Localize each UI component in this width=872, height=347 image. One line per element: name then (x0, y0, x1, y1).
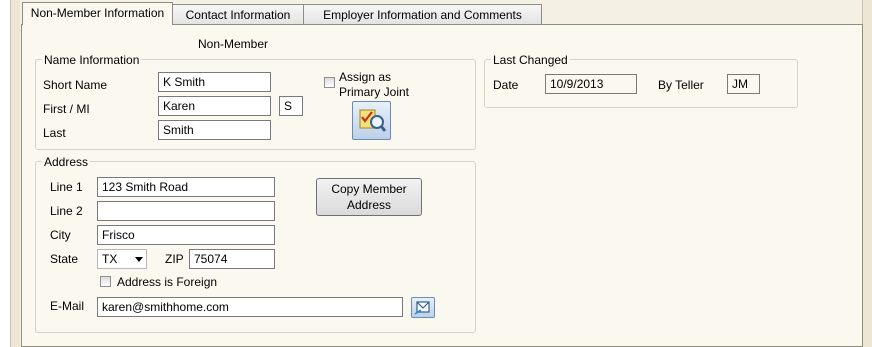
date-label: Date (493, 78, 519, 92)
zip-field[interactable]: 75074 (189, 249, 275, 269)
state-label: State (50, 252, 79, 266)
checklist-magnifier-icon (359, 109, 387, 132)
state-value: TX (102, 252, 118, 266)
line2-label: Line 2 (50, 204, 83, 218)
address-line2-field[interactable] (97, 201, 275, 221)
last-changed-date-field: 10/9/2013 (545, 74, 637, 94)
line1-label: Line 1 (50, 180, 83, 194)
assign-label-line2: Primary Joint (339, 85, 410, 99)
email-send-icon (414, 301, 430, 315)
address-line1-field[interactable]: 123 Smith Road (97, 177, 275, 197)
assign-primary-joint-checkbox[interactable] (324, 77, 335, 88)
address-legend: Address (42, 155, 91, 169)
copy-button-label-line1: Copy Member (331, 182, 407, 196)
copy-member-address-button[interactable]: Copy Member Address (316, 178, 422, 216)
city-field[interactable]: Frisco (97, 225, 275, 245)
left-border (0, 0, 11, 347)
copy-button-label-line2: Address (346, 198, 391, 212)
tab-non-member-information[interactable]: Non-Member Information (22, 2, 173, 25)
chevron-down-icon (135, 257, 143, 262)
address-foreign-checkbox[interactable] (100, 276, 111, 287)
city-label: City (50, 228, 71, 242)
first-name-field[interactable]: Karen (158, 96, 271, 116)
email-send-button[interactable] (411, 297, 435, 318)
section-title: Non-Member (198, 37, 269, 51)
tab-contact-information[interactable]: Contact Information (172, 4, 304, 25)
last-changed-legend: Last Changed (491, 53, 570, 67)
address-foreign-label: Address is Foreign (117, 275, 218, 289)
email-label: E-Mail (50, 299, 85, 313)
last-name-field[interactable]: Smith (158, 120, 271, 140)
short-name-label: Short Name (43, 78, 108, 92)
name-information-legend: Name Information (42, 53, 142, 67)
right-scroll-area (862, 0, 872, 347)
teller-field: JM (727, 74, 760, 94)
by-teller-label: By Teller (658, 78, 704, 92)
assign-label-line1: Assign as (339, 70, 392, 84)
zip-label: ZIP (165, 252, 184, 266)
first-mi-label: First / MI (43, 102, 90, 116)
middle-initial-field[interactable]: S (279, 96, 303, 116)
email-field[interactable]: karen@smithhome.com (97, 297, 403, 317)
assign-primary-joint-button[interactable] (352, 101, 391, 140)
short-name-field[interactable]: K Smith (158, 72, 271, 92)
tab-employer-information[interactable]: Employer Information and Comments (303, 4, 542, 25)
state-select[interactable]: TX (97, 249, 147, 269)
left-margin (11, 0, 20, 347)
last-name-label: Last (43, 126, 66, 140)
